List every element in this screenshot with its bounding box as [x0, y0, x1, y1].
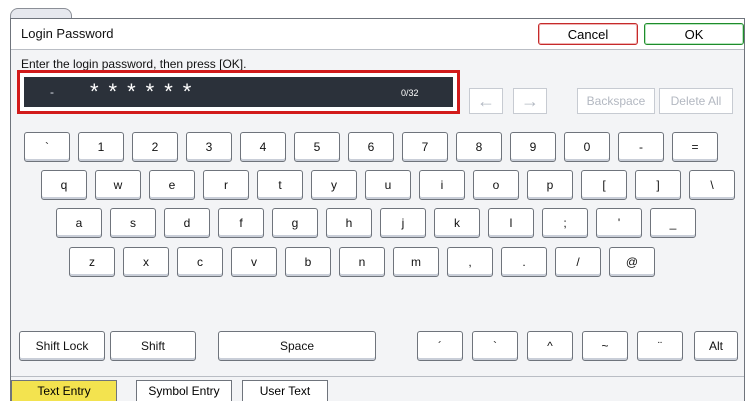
- dialog-title: Login Password: [21, 26, 114, 41]
- keyboard-key[interactable]: ]: [635, 170, 681, 200]
- keyboard-key[interactable]: h: [326, 208, 372, 238]
- keyboard-key[interactable]: f: [218, 208, 264, 238]
- keyboard-key[interactable]: b: [285, 247, 331, 277]
- accent-key[interactable]: ´: [417, 331, 463, 361]
- keyboard-key[interactable]: \: [689, 170, 735, 200]
- keyboard-key[interactable]: k: [434, 208, 480, 238]
- delete-all-button: Delete All: [659, 88, 733, 114]
- keyboard-key[interactable]: 1: [78, 132, 124, 162]
- space-key[interactable]: Space: [218, 331, 376, 361]
- accent-key[interactable]: ^: [527, 331, 573, 361]
- field-dash: -: [50, 85, 54, 99]
- instruction-text: Enter the login password, then press [OK…: [21, 57, 247, 71]
- keyboard-key[interactable]: c: [177, 247, 223, 277]
- login-password-dialog: Login Password Cancel OK Enter the login…: [10, 18, 745, 401]
- keyboard-key[interactable]: 9: [510, 132, 556, 162]
- keyboard-key[interactable]: e: [149, 170, 195, 200]
- keyboard-key[interactable]: 5: [294, 132, 340, 162]
- keyboard-key[interactable]: 0: [564, 132, 610, 162]
- alt-key[interactable]: Alt: [694, 331, 738, 361]
- keyboard-key[interactable]: _: [650, 208, 696, 238]
- keyboard-key[interactable]: 8: [456, 132, 502, 162]
- keyboard-key[interactable]: `: [24, 132, 70, 162]
- shift-lock-key[interactable]: Shift Lock: [19, 331, 105, 361]
- keyboard-key[interactable]: a: [56, 208, 102, 238]
- cursor-left-button: ←: [469, 88, 503, 114]
- arrow-right-icon: →: [521, 90, 539, 111]
- masked-password: ******: [90, 79, 202, 104]
- keyboard-key[interactable]: z: [69, 247, 115, 277]
- keyboard-key[interactable]: o: [473, 170, 519, 200]
- entry-mode-tabs: Text Entry Symbol Entry User Text: [11, 376, 744, 401]
- screen: Login Password Cancel OK Enter the login…: [0, 0, 751, 413]
- keyboard-key[interactable]: 2: [132, 132, 178, 162]
- keyboard-key[interactable]: /: [555, 247, 601, 277]
- keyboard-key[interactable]: -: [618, 132, 664, 162]
- top-strip: [0, 0, 751, 23]
- keyboard-key[interactable]: p: [527, 170, 573, 200]
- keyboard-key[interactable]: y: [311, 170, 357, 200]
- dialog-titlebar: Login Password Cancel OK: [11, 19, 744, 50]
- keyboard-key[interactable]: d: [164, 208, 210, 238]
- keyboard-key[interactable]: g: [272, 208, 318, 238]
- keyboard-key[interactable]: 3: [186, 132, 232, 162]
- keyboard-key[interactable]: x: [123, 247, 169, 277]
- keyboard-key[interactable]: .: [501, 247, 547, 277]
- accent-key[interactable]: ¨: [637, 331, 683, 361]
- ok-button[interactable]: OK: [644, 23, 744, 45]
- accent-key[interactable]: `: [472, 331, 518, 361]
- keyboard-key[interactable]: m: [393, 247, 439, 277]
- character-counter: 0/32: [401, 88, 419, 98]
- shift-key[interactable]: Shift: [110, 331, 196, 361]
- cancel-button[interactable]: Cancel: [538, 23, 638, 45]
- password-field[interactable]: - ****** 0/32: [24, 77, 453, 107]
- keyboard-key[interactable]: r: [203, 170, 249, 200]
- password-field-highlight: - ****** 0/32: [17, 70, 460, 114]
- keyboard-key[interactable]: @: [609, 247, 655, 277]
- keyboard-key[interactable]: s: [110, 208, 156, 238]
- keyboard-key[interactable]: 7: [402, 132, 448, 162]
- keyboard-key[interactable]: w: [95, 170, 141, 200]
- keyboard-key[interactable]: v: [231, 247, 277, 277]
- keyboard-key[interactable]: t: [257, 170, 303, 200]
- keyboard-key[interactable]: l: [488, 208, 534, 238]
- keyboard-key[interactable]: 4: [240, 132, 286, 162]
- keyboard-key[interactable]: j: [380, 208, 426, 238]
- arrow-left-icon: ←: [477, 90, 495, 111]
- keyboard-key[interactable]: =: [672, 132, 718, 162]
- tab-text-entry[interactable]: Text Entry: [11, 380, 117, 401]
- accent-key[interactable]: ~: [582, 331, 628, 361]
- keyboard-key[interactable]: ': [596, 208, 642, 238]
- backspace-button: Backspace: [577, 88, 655, 114]
- keyboard-key[interactable]: ;: [542, 208, 588, 238]
- keyboard-key[interactable]: q: [41, 170, 87, 200]
- keyboard-key[interactable]: i: [419, 170, 465, 200]
- tab-user-text[interactable]: User Text: [242, 380, 328, 401]
- keyboard-key[interactable]: ,: [447, 247, 493, 277]
- keyboard-key[interactable]: 6: [348, 132, 394, 162]
- keyboard-key[interactable]: u: [365, 170, 411, 200]
- tab-symbol-entry[interactable]: Symbol Entry: [136, 380, 232, 401]
- cursor-right-button: →: [513, 88, 547, 114]
- keyboard-key[interactable]: n: [339, 247, 385, 277]
- keyboard-key[interactable]: [: [581, 170, 627, 200]
